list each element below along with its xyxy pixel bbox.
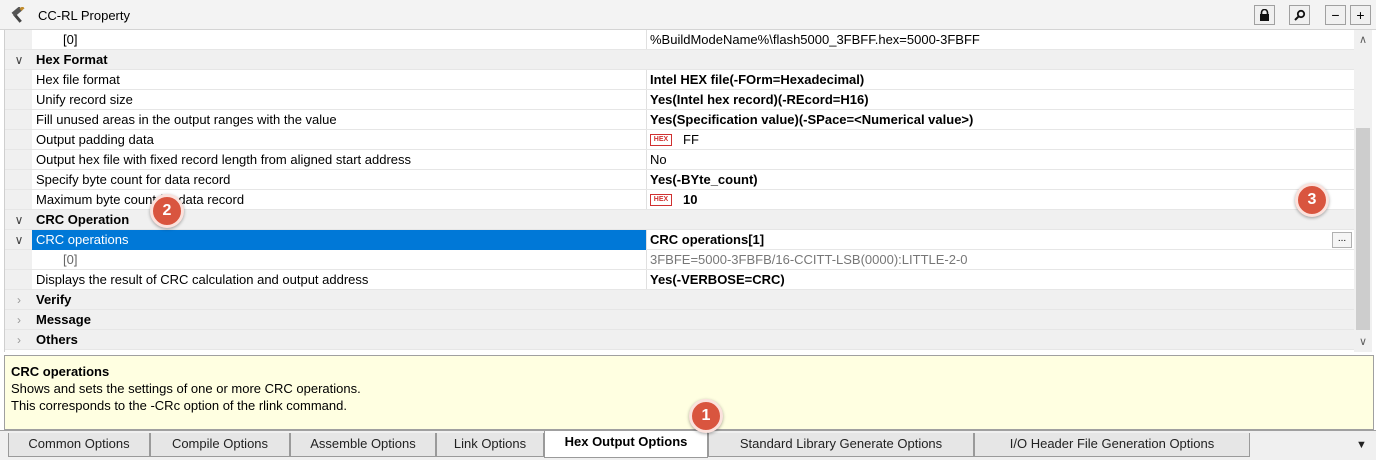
category-others[interactable]: › Others	[5, 330, 1355, 350]
edit-crc-operations-button[interactable]: ...	[1332, 232, 1352, 248]
callout-marker-3: 3	[1295, 183, 1329, 217]
category-verify[interactable]: › Verify	[5, 290, 1355, 310]
grid-row-hex-file-format[interactable]: Hex file format Intel HEX file(-FOrm=Hex…	[5, 70, 1355, 90]
description-title: CRC operations	[11, 364, 110, 379]
callout-marker-2: 2	[150, 194, 184, 228]
property-name: Fill unused areas in the output ranges w…	[36, 112, 337, 127]
property-name: [0]	[63, 32, 78, 47]
hammer-icon	[11, 7, 25, 23]
property-name: Maximum byte count for data record	[36, 192, 245, 207]
category-label: Others	[36, 332, 78, 347]
grid-row-output-file[interactable]: [0] %BuildModeName%\flash5000_3FBFF.hex=…	[5, 30, 1355, 50]
title-bar: CC-RL Property − +	[0, 0, 1376, 30]
description-line: Shows and sets the settings of one or mo…	[11, 381, 361, 396]
tab-io-header-file-generation-options[interactable]: I/O Header File Generation Options	[974, 433, 1250, 457]
category-label: CRC Operation	[36, 212, 130, 227]
property-name: Output hex file with fixed record length…	[36, 152, 412, 167]
category-crc-operation[interactable]: ∨ CRC Operation	[5, 210, 1355, 230]
property-name: Hex file format	[36, 72, 120, 87]
property-value: Yes(Intel hex record)(-REcord=H16)	[650, 92, 869, 107]
category-hex-format[interactable]: ∨ Hex Format	[5, 50, 1355, 70]
chevron-right-icon[interactable]: ›	[12, 293, 26, 307]
chevron-right-icon[interactable]: ›	[12, 313, 26, 327]
property-value: Yes(Specification value)(-SPace=<Numeric…	[650, 112, 974, 127]
tab-compile-options[interactable]: Compile Options	[150, 433, 290, 457]
callout-marker-1: 1	[689, 399, 723, 433]
magnifier-icon	[1293, 9, 1305, 21]
hex-badge-icon: HEX	[650, 134, 672, 146]
grid-row-fixed-record-length[interactable]: Output hex file with fixed record length…	[5, 150, 1355, 170]
grid-row-unify-record-size[interactable]: Unify record size Yes(Intel hex record)(…	[5, 90, 1355, 110]
grid-row-max-byte-count[interactable]: Maximum byte count for data record HEX 1…	[5, 190, 1355, 210]
tab-bar: Common Options Compile Options Assemble …	[0, 430, 1376, 460]
grid-row-crc-operations[interactable]: ∨ CRC operations CRC operations[1] ...	[5, 230, 1355, 250]
tab-standard-library-generate-options[interactable]: Standard Library Generate Options	[708, 433, 974, 457]
property-value: No	[650, 152, 667, 167]
tab-common-options[interactable]: Common Options	[8, 433, 150, 457]
property-name: Unify record size	[36, 92, 133, 107]
search-button[interactable]	[1289, 5, 1310, 25]
property-grid: [0] %BuildModeName%\flash5000_3FBFF.hex=…	[4, 30, 1376, 352]
collapse-all-button[interactable]: −	[1325, 5, 1346, 25]
property-name: Displays the result of CRC calculation a…	[36, 272, 369, 287]
lock-icon	[1260, 9, 1269, 21]
property-value: Yes(-BYte_count)	[650, 172, 758, 187]
grid-row-output-padding-data[interactable]: Output padding data HEX FF	[5, 130, 1355, 150]
hex-badge-icon: HEX	[650, 194, 672, 206]
chevron-down-icon[interactable]: ∨	[12, 53, 26, 67]
expand-all-button[interactable]: +	[1350, 5, 1371, 25]
chevron-down-icon[interactable]: ∨	[12, 213, 26, 227]
grid-row-fill-unused-areas[interactable]: Fill unused areas in the output ranges w…	[5, 110, 1355, 130]
property-value: 10	[683, 192, 698, 207]
grid-row-crc-operation-0[interactable]: [0] 3FBFE=5000-3FBFB/16-CCITT-LSB(0000):…	[5, 250, 1355, 270]
scroll-down-icon[interactable]: ∨	[1354, 334, 1372, 350]
scrollbar-thumb[interactable]	[1356, 128, 1370, 330]
property-name: Specify byte count for data record	[36, 172, 231, 187]
vertical-scrollbar[interactable]: ∧ ∨	[1354, 30, 1372, 352]
grid-row-crc-verbose[interactable]: Displays the result of CRC calculation a…	[5, 270, 1355, 290]
chevron-right-icon[interactable]: ›	[12, 333, 26, 347]
tab-link-options[interactable]: Link Options	[436, 433, 544, 457]
window-title: CC-RL Property	[38, 8, 130, 23]
property-value: CRC operations[1]	[650, 232, 765, 247]
tab-assemble-options[interactable]: Assemble Options	[290, 433, 436, 457]
lock-button[interactable]	[1254, 5, 1275, 25]
tab-list-dropdown-icon[interactable]: ▼	[1356, 439, 1367, 451]
chevron-down-icon[interactable]: ∨	[12, 233, 26, 247]
property-name: Output padding data	[36, 132, 154, 147]
property-value: Intel HEX file(-FOrm=Hexadecimal)	[650, 72, 865, 87]
scroll-up-icon[interactable]: ∧	[1354, 32, 1372, 48]
property-value: %BuildModeName%\flash5000_3FBFF.hex=5000…	[650, 32, 980, 47]
property-name: CRC operations	[36, 232, 129, 247]
category-label: Hex Format	[36, 52, 108, 67]
grid-row-specify-byte-count[interactable]: Specify byte count for data record Yes(-…	[5, 170, 1355, 190]
category-label: Verify	[36, 292, 72, 307]
category-label: Message	[36, 312, 91, 327]
property-value: FF	[683, 132, 699, 147]
property-value: Yes(-VERBOSE=CRC)	[650, 272, 785, 287]
tab-hex-output-options[interactable]: Hex Output Options	[544, 431, 708, 458]
property-name: [0]	[63, 252, 78, 267]
property-value: 3FBFE=5000-3FBFB/16-CCITT-LSB(0000):LITT…	[650, 252, 968, 267]
category-message[interactable]: › Message	[5, 310, 1355, 330]
